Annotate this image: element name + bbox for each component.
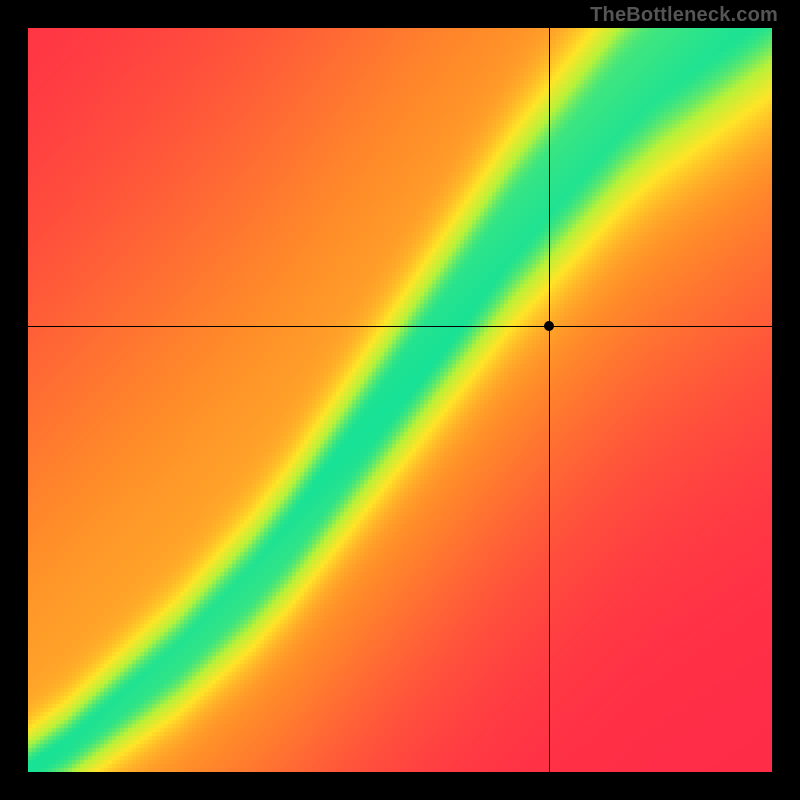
chart-frame: TheBottleneck.com — [0, 0, 800, 800]
watermark-text: TheBottleneck.com — [590, 4, 778, 27]
heatmap-plot — [28, 28, 772, 772]
crosshair-vertical — [549, 28, 550, 772]
marker-dot — [544, 321, 554, 331]
crosshair-horizontal — [28, 326, 772, 327]
heatmap-canvas — [28, 28, 772, 772]
